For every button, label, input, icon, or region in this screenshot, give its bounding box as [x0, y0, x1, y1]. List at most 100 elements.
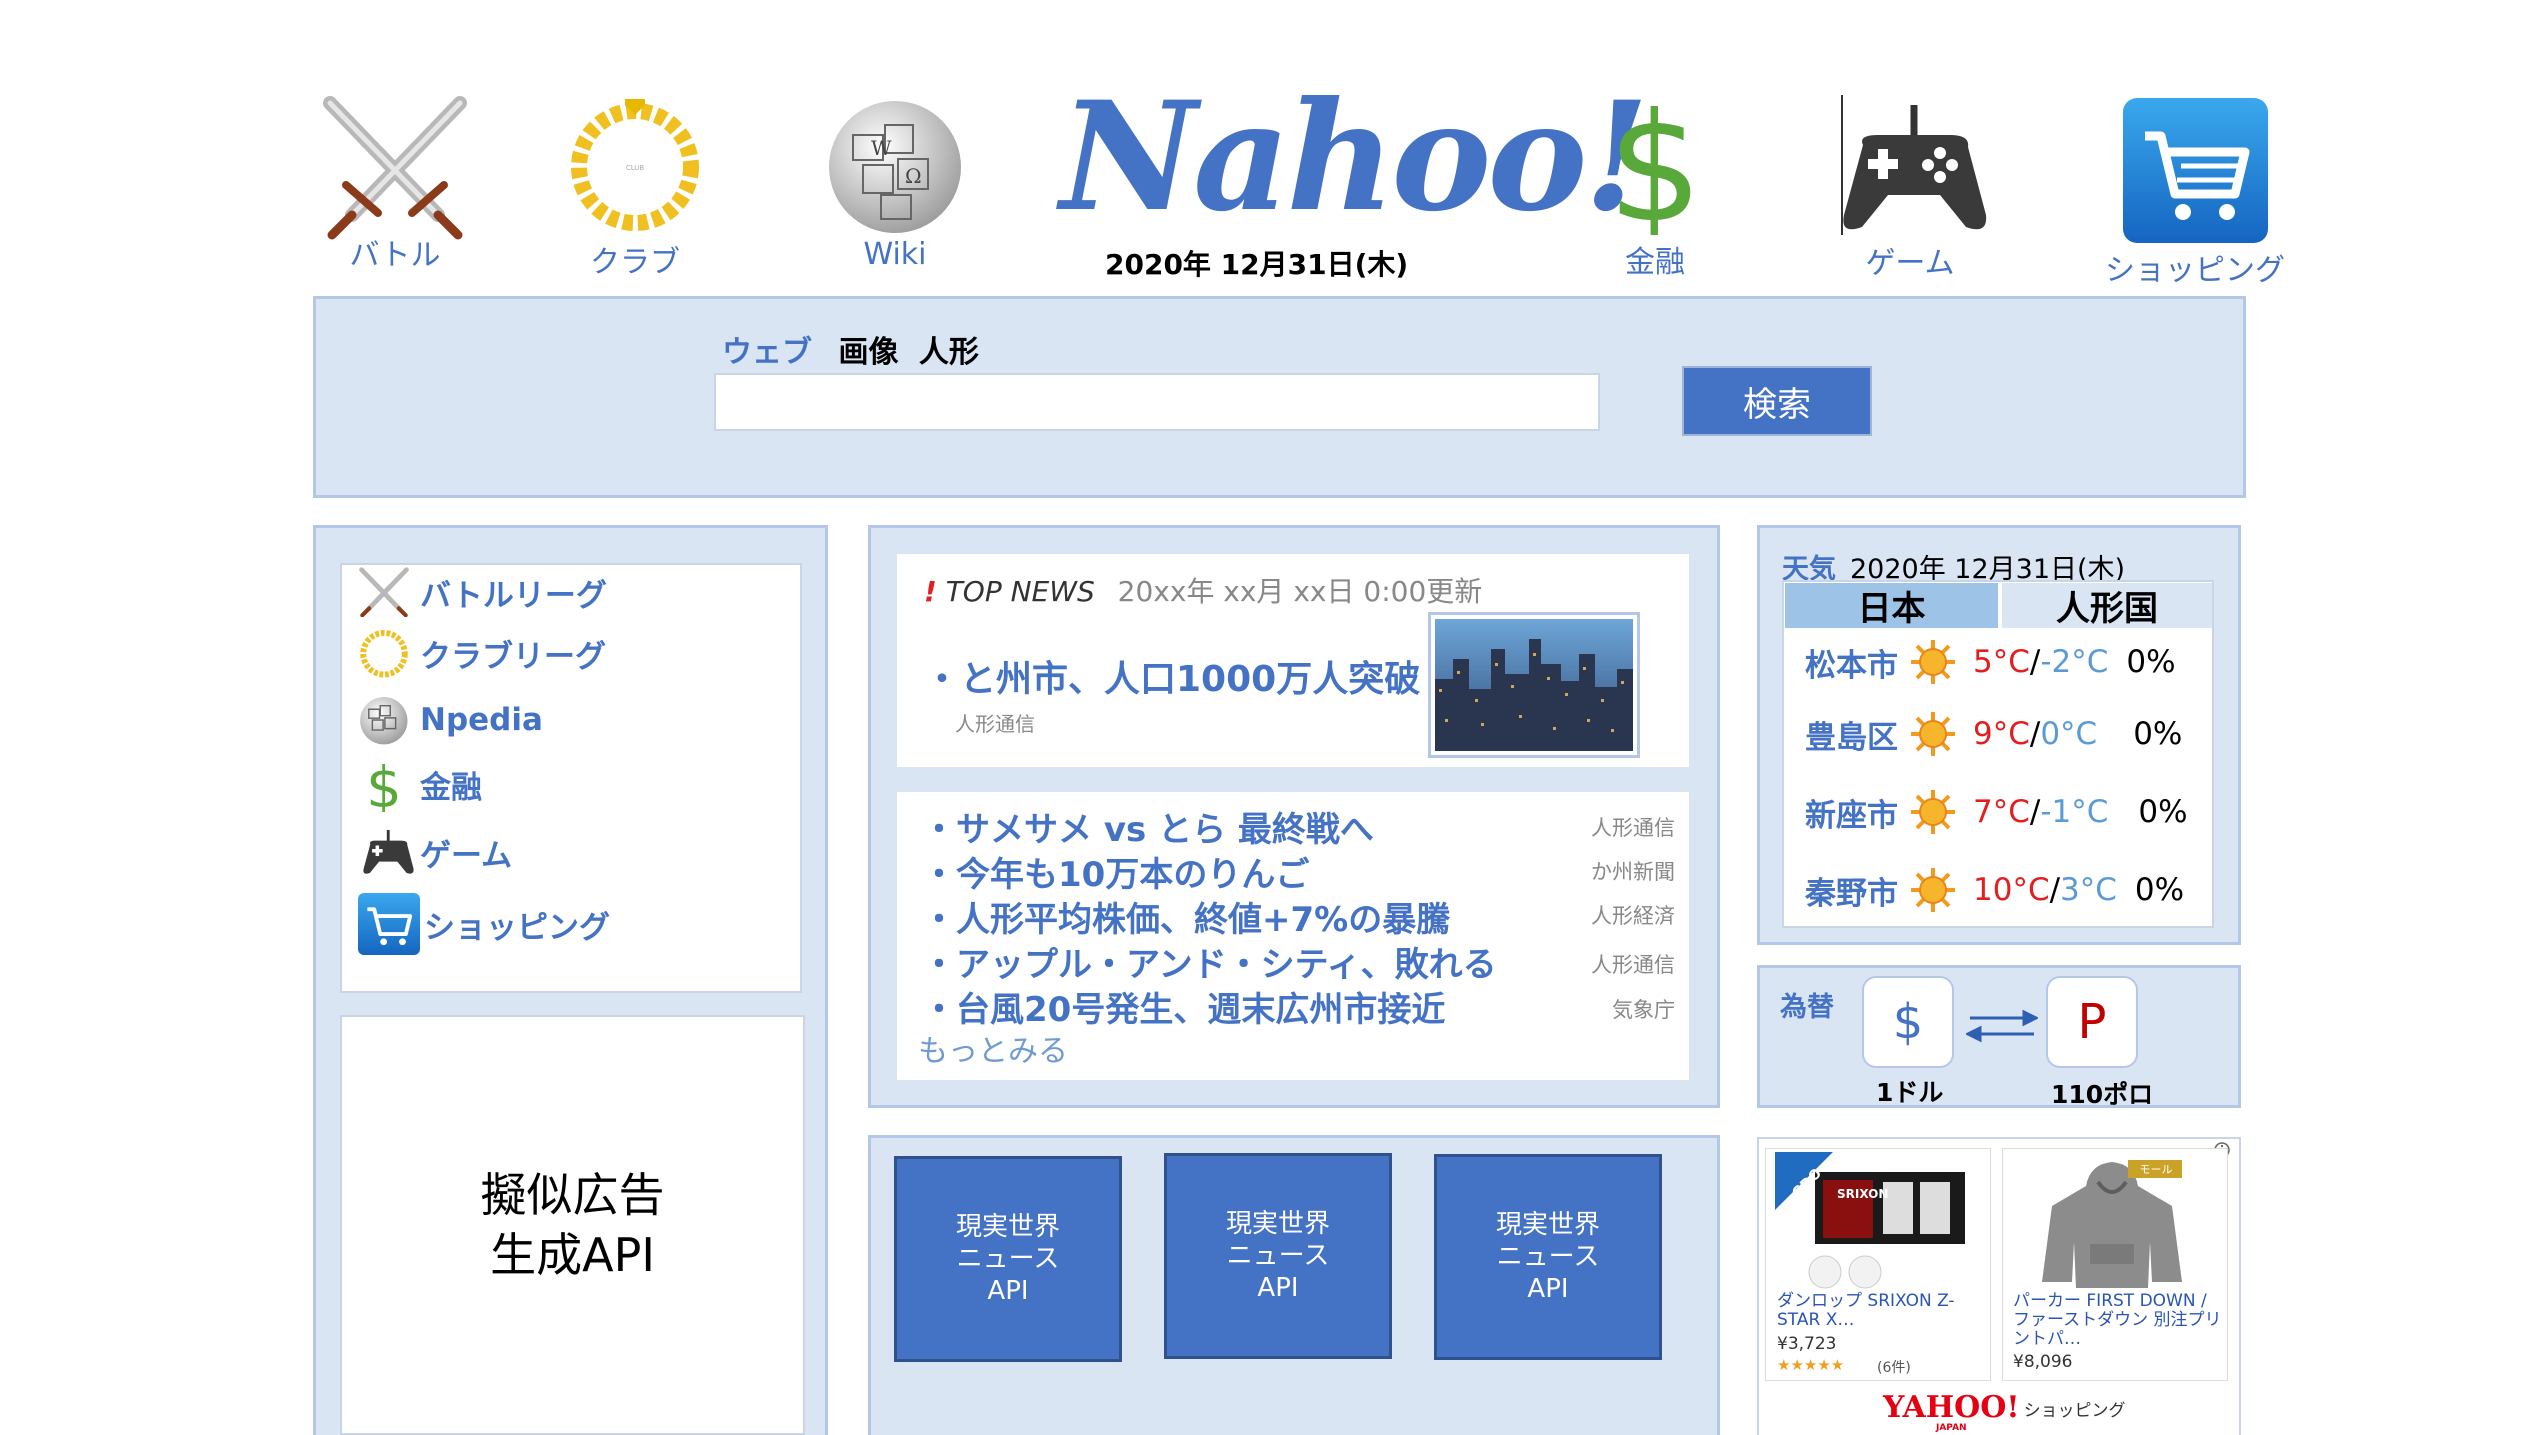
golf-balls-image: GDO SRIXON [1775, 1152, 1965, 1289]
hoodie-image: モール [2042, 1160, 2182, 1288]
news-source: 人形通信 [1591, 953, 1675, 977]
news-item[interactable]: ・アップル・アンド・シティ、敗れる [922, 937, 1497, 986]
svg-text:$: $ [1610, 85, 1700, 235]
nav-wiki[interactable]: W Ω Wiki [820, 95, 970, 272]
news-api-box[interactable]: 現実世界 ニュース API [1164, 1153, 1392, 1359]
weather-city: 秦野市 [1805, 875, 1898, 912]
rating-stars-icon: ★★★★★ [1777, 1356, 1845, 1374]
gamepad-icon [363, 830, 414, 874]
menu-finance[interactable]: $ 金融 [358, 756, 482, 812]
tab-doll-country[interactable]: 人形国 [2002, 583, 2212, 629]
api-line: ニュース [956, 1244, 1060, 1274]
nav-battle[interactable]: バトル [310, 95, 480, 274]
temp-high: 9°C [1973, 716, 2030, 752]
tab-doll[interactable]: 人形 [919, 335, 979, 370]
svg-text:W: W [871, 136, 892, 160]
menu-battle-league[interactable]: バトルリーグ [358, 567, 607, 617]
nav-label: バトル [349, 238, 441, 273]
shop-item-title[interactable]: パーカー FIRST DOWN /ファーストダウン 別注プリントパ… [2013, 1292, 2223, 1349]
nav-shopping[interactable]: ショッピング [2080, 98, 2310, 289]
menu-label: 金融 [420, 769, 482, 806]
news-item[interactable]: ・台風20号発生、週末広州市接近 [922, 982, 1445, 1031]
nav-club[interactable]: CLUB クラブ [555, 95, 715, 281]
dollar-sign-icon: $ [366, 756, 402, 812]
api-line: ニュース [1226, 1241, 1330, 1271]
svg-text:$: $ [366, 756, 402, 812]
menu-label: ゲーム [420, 837, 513, 874]
tab-web[interactable]: ウェブ [722, 335, 812, 370]
top-news-source: 人形通信 [955, 712, 1035, 736]
shop-badge: モール [2140, 1163, 2173, 1176]
menu-game[interactable]: ゲーム [358, 826, 512, 878]
shop-item-title[interactable]: ダンロップ SRIXON Z-STAR X… [1777, 1292, 1982, 1330]
tab-japan[interactable]: 日本 [1785, 583, 1998, 629]
weather-row: 松本市 5°C / -2°C 0% [1805, 638, 2176, 686]
shopping-cart-icon [2122, 98, 2268, 243]
api-line: 現実世界 [1225, 1209, 1330, 1239]
menu-shopping[interactable]: ショッピング [358, 893, 610, 955]
yahoo-shopping-logo[interactable]: YAHOO! JAPAN ショッピング [1883, 1393, 2126, 1434]
rain-chance: 0% [2134, 872, 2185, 908]
review-count: (6件) [1877, 1360, 1911, 1376]
temp-high: 7°C [1973, 794, 2030, 830]
api-line: 現実世界 [955, 1212, 1060, 1242]
news-source: か州新聞 [1591, 860, 1675, 884]
page: バトル CLUB クラブ W Ω Wiki Nahoo! 2020年 12月31… [0, 0, 2543, 1435]
ad-placeholder[interactable]: 擬似広告 生成API [340, 1015, 805, 1435]
news-item[interactable]: ・人形平均株価、終値+7%の暴騰 [922, 892, 1450, 941]
search-button[interactable]: 検索 [1682, 366, 1872, 436]
temp-slash: / [2029, 794, 2041, 830]
news-source: 人形通信 [1591, 816, 1675, 840]
shopping-label: ショッピング [2023, 1401, 2126, 1421]
shop-item-price: ¥8,096 [2013, 1352, 2073, 1372]
more-link[interactable]: もっとみる [918, 1026, 1068, 1070]
fx-left-label: 1ドル [1876, 1078, 1944, 1107]
laurel-wreath-icon: CLUB [571, 99, 699, 231]
temp-low: 3°C [2060, 872, 2117, 908]
top-news-thumbnail[interactable] [1428, 612, 1640, 758]
news-source: 気象庁 [1612, 998, 1675, 1022]
fx-dollar-box[interactable]: $ [1862, 976, 1954, 1068]
news-source: 人形経済 [1591, 904, 1675, 928]
sun-icon [1911, 712, 1955, 756]
temp-low: -1°C [2040, 794, 2109, 830]
news-item[interactable]: ・今年も10万本のりんご [922, 847, 1309, 896]
menu-label: バトルリーグ [420, 577, 607, 614]
news-api-box[interactable]: 現実世界 ニュース API [894, 1156, 1122, 1362]
yahoo-logo-sub: JAPAN [1935, 1423, 1967, 1433]
site-logo[interactable]: Nahoo! [1060, 82, 1649, 232]
tab-image[interactable]: 画像 [838, 335, 898, 370]
nav-game[interactable]: ゲーム [1820, 95, 2000, 282]
header-date: 2020年 12月31日(木) [1105, 248, 1409, 281]
rain-chance: 0% [2138, 794, 2188, 830]
nav-finance[interactable]: $ 金融 [1590, 85, 1720, 281]
wikipedia-globe-icon [360, 697, 408, 745]
dollar-sign-icon: $ [1610, 85, 1700, 235]
menu-club-league[interactable]: クラブリーグ [358, 627, 606, 679]
shop-brand: SRIXON [1837, 1187, 1888, 1201]
shop-item-price: ¥3,723 [1777, 1334, 1837, 1354]
menu-npedia[interactable]: Npedia [358, 694, 543, 746]
top-news-headline[interactable]: ・と州市、人口1000万人突破 [924, 650, 1420, 702]
nav-label: Wiki [863, 237, 927, 272]
city-skyline-image [1435, 619, 1633, 751]
news-item[interactable]: ・サメサメ vs とら 最終戦へ [922, 802, 1374, 851]
rain-chance: 0% [2133, 716, 2183, 752]
laurel-wreath-icon [360, 629, 408, 678]
temp-low: -2°C [2040, 644, 2109, 680]
temp-slash: / [2049, 872, 2061, 908]
menu-label: ショッピング [424, 909, 610, 946]
weather-row: 秦野市 10°C/3°C 0% [1805, 866, 2184, 914]
rain-chance: 0% [2126, 644, 2176, 680]
top-news-updated: 20xx年 xx月 xx日 0:00更新 [1117, 575, 1483, 608]
news-api-box[interactable]: 現実世界 ニュース API [1434, 1154, 1662, 1360]
weather-row: 新座市 7°C / -1°C 0% [1805, 788, 2188, 836]
nav-label: ショッピング [2105, 253, 2285, 288]
top-news-label: TOP NEWS [945, 575, 1095, 608]
api-line: API [987, 1276, 1029, 1306]
top-news-header: ! TOP NEWS 20xx年 xx月 xx日 0:00更新 [924, 570, 1482, 610]
api-line: API [1527, 1274, 1569, 1304]
nav-label: ゲーム [1865, 246, 1955, 281]
fx-polo-box[interactable]: P [2046, 976, 2138, 1068]
search-input[interactable] [714, 373, 1600, 431]
